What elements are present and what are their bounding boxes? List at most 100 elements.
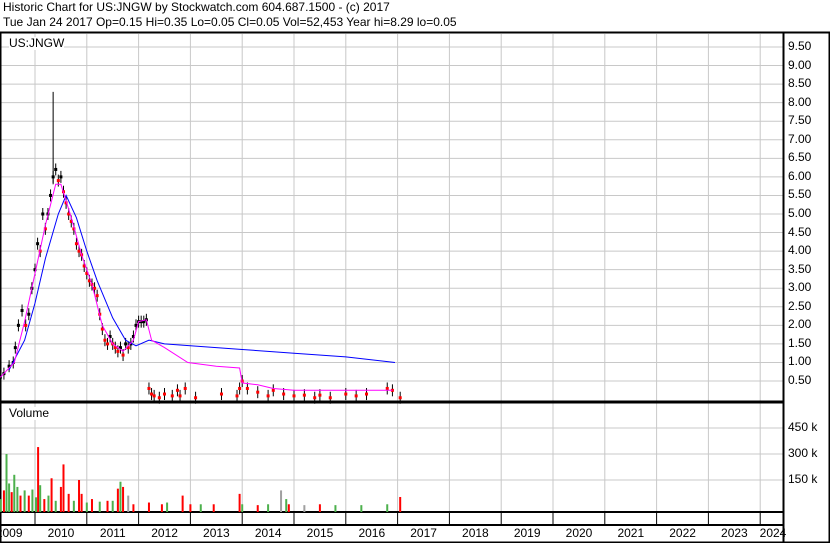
price-tick-label: 5.50 [788,187,812,202]
volume-bar [122,486,125,512]
price-point [36,242,40,246]
price-point [245,386,249,390]
volume-bar [106,500,109,512]
price-point [318,393,322,397]
volume-bar [189,504,192,512]
volume-bar [318,504,321,512]
volume-bar [13,474,16,512]
volume-label: Volume [9,406,50,420]
volume-bar [160,504,163,512]
volume-bar [27,495,30,512]
price-point [59,175,63,179]
volume-bar [54,500,57,512]
year-label: 2018 [462,526,489,540]
price-point [121,353,125,357]
volume-bar [212,504,215,512]
volume-bar [386,504,389,512]
volume-bar [241,504,244,512]
volume-bar [181,495,184,512]
volume-bar [399,496,402,512]
year-label: 2022 [669,526,696,540]
year-label: 2017 [410,526,437,540]
volume-bar [78,480,81,512]
price-tick-label: 5.00 [788,206,812,220]
price-point [238,386,242,390]
volume-bar [287,504,290,512]
year-label: 2021 [617,526,645,540]
price-point [106,342,110,346]
price-point [354,394,358,398]
price-tick-label: 7.00 [788,131,812,146]
volume-bar [72,500,75,512]
price-tick-label: 9.50 [788,38,812,53]
volume-bar [62,464,65,512]
volume-bar [2,490,5,512]
price-tick-label: 8.00 [788,94,812,109]
price-point [385,386,389,390]
volume-bar [43,499,46,512]
price-point [302,393,306,397]
volume-bar [19,495,22,512]
price-tick-label: 0.50 [788,373,812,388]
volume-bar [50,478,53,512]
volume-bar [67,493,70,512]
volume-bar [31,489,34,512]
price-point [56,179,60,183]
price-point [282,392,286,396]
volume-bar [132,504,135,512]
price-point [313,396,317,400]
price-point [175,388,179,392]
price-point [16,323,20,327]
price-point [24,323,28,327]
volume-bar [37,447,40,512]
price-tick-label: 4.50 [788,224,812,239]
price-point [256,390,260,394]
price-point [292,394,296,398]
price-tick-label: 2.00 [788,317,812,332]
price-point [74,242,78,246]
price-point [183,386,187,390]
price-tick-label: 6.50 [788,150,812,165]
price-point [116,349,120,353]
volume-bar [35,497,38,512]
price-point [398,396,402,400]
volume-bar [85,502,88,512]
price-point [178,394,182,398]
volume-bar [59,486,62,512]
volume-bar [360,505,363,512]
price-tick-label: 7.50 [788,113,812,128]
price-tick-label: 6.00 [788,168,812,183]
price-point [49,193,53,197]
price-point [95,294,99,298]
year-label: 2020 [565,526,593,540]
year-label: 2019 [513,526,541,540]
volume-bar [23,490,26,512]
price-point [51,175,55,179]
year-label: 2010 [47,526,75,540]
volume-bar [199,504,202,512]
volume-bar [119,481,122,512]
volume-bar [238,493,241,512]
volume-bar [16,486,19,512]
volume-bar [280,490,283,512]
price-tick-label: 1.00 [788,354,812,369]
volume-bar [39,485,42,512]
year-label: 2013 [203,526,230,540]
volume-bar [256,505,259,512]
price-tick-label: 8.50 [788,76,812,91]
volume-bar [47,495,50,512]
volume-bar [147,502,150,512]
volume-bar [116,488,119,512]
volume-tick-label: 150 k [788,472,818,486]
price-point [54,167,58,171]
volume-tick-label: 300 k [788,446,818,460]
volume-bar [267,504,270,512]
year-label: 2024 [759,526,787,540]
price-point [365,392,369,396]
volume-bar [0,499,2,512]
symbol-label: US:JNGW [9,36,65,50]
volume-bar [90,499,93,512]
price-tick-label: 3.50 [788,261,812,276]
volume-bar [98,501,101,512]
volume-bar [5,454,8,512]
